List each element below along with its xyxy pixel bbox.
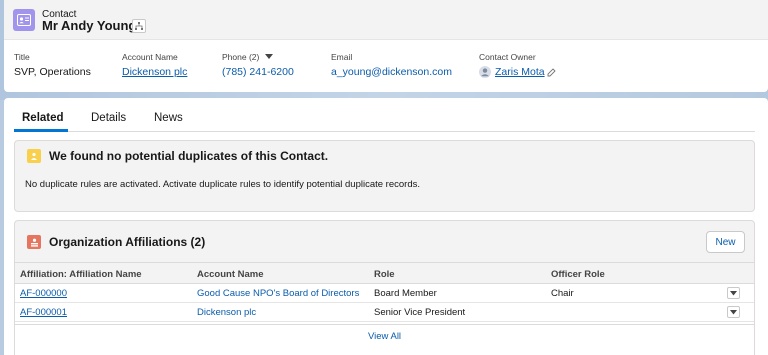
record-header-title-bar: Contact Mr Andy Young [4,0,768,40]
affiliations-table: Affiliation: Affiliation Name Account Na… [15,262,754,355]
table-row: AF-000001 Dickenson plc Senior Vice Pres… [15,303,754,322]
column-header-account-name[interactable]: Account Name [197,269,264,280]
field-account-name-label: Account Name [122,52,178,62]
account-name-link[interactable]: Dickenson plc [122,66,187,78]
chevron-down-icon[interactable] [264,54,273,60]
field-email-label: Email [331,52,353,62]
field-phone-label[interactable]: Phone (2) [222,52,294,64]
record-body: Related Details News We found no potenti… [4,98,768,355]
field-account-name: Account Name Dickenson plc [122,52,187,78]
duplicate-alert-icon [27,149,41,163]
affiliations-card: Organization Affiliations (2) New Affili… [14,220,755,355]
record-header: Contact Mr Andy Young Title SVP, Operati… [4,0,768,92]
field-contact-owner: Contact Owner Zaris Mota [479,52,556,81]
column-header-role[interactable]: Role [374,269,395,280]
column-header-officer-role[interactable]: Officer Role [551,269,605,280]
affiliations-title: Organization Affiliations (2) [49,235,206,249]
affiliation-name-link[interactable]: AF-000000 [20,288,67,299]
chevron-down-icon [730,290,737,295]
view-all-link[interactable]: View All [15,324,754,355]
officer-role-cell: Chair [551,288,574,299]
field-email: Email a_young@dickenson.com [331,52,452,78]
user-avatar-icon [479,66,491,78]
field-phone: Phone (2) (785) 241-6200 [222,52,294,78]
change-owner-icon[interactable] [547,67,556,77]
tab-bar: Related Details News [14,98,755,132]
tab-details[interactable]: Details [91,112,126,124]
account-name-cell-link[interactable]: Dickenson plc [197,307,256,318]
field-contact-owner-label: Contact Owner [479,52,536,62]
contact-card-icon [13,9,35,31]
account-name-cell-link[interactable]: Good Cause NPO's Board of Directors [197,288,359,299]
record-name: Mr Andy Young [42,18,137,33]
email-link[interactable]: a_young@dickenson.com [331,66,452,78]
hierarchy-button[interactable] [132,19,146,33]
contact-owner-link[interactable]: Zaris Mota [495,66,545,78]
active-tab-indicator [14,129,68,132]
duplicates-title: We found no potential duplicates of this… [49,149,329,163]
duplicates-card: We found no potential duplicates of this… [14,140,755,212]
chevron-down-icon [730,309,737,314]
table-header-row: Affiliation: Affiliation Name Account Na… [15,262,754,284]
field-title-label: Title [14,52,30,62]
tab-news[interactable]: News [154,112,183,124]
phone-link[interactable]: (785) 241-6200 [222,66,294,78]
hierarchy-icon [135,22,143,30]
affiliation-icon [27,235,41,249]
tab-related[interactable]: Related [22,112,64,124]
role-cell: Board Member [374,288,437,299]
new-affiliation-button[interactable]: New [706,231,745,253]
table-row: AF-000000 Good Cause NPO's Board of Dire… [15,284,754,303]
row-actions-button[interactable] [727,287,740,299]
field-title-value: SVP, Operations [14,66,91,78]
row-actions-button[interactable] [727,306,740,318]
duplicates-message: No duplicate rules are activated. Activa… [25,179,421,190]
role-cell: Senior Vice President [374,307,466,318]
field-title: Title SVP, Operations [14,52,91,78]
phone-label-text: Phone (2) [222,52,260,62]
affiliation-name-link[interactable]: AF-000001 [20,307,67,318]
column-header-affiliation-name[interactable]: Affiliation: Affiliation Name [20,269,142,280]
contact-owner-value: Zaris Mota [479,66,556,78]
